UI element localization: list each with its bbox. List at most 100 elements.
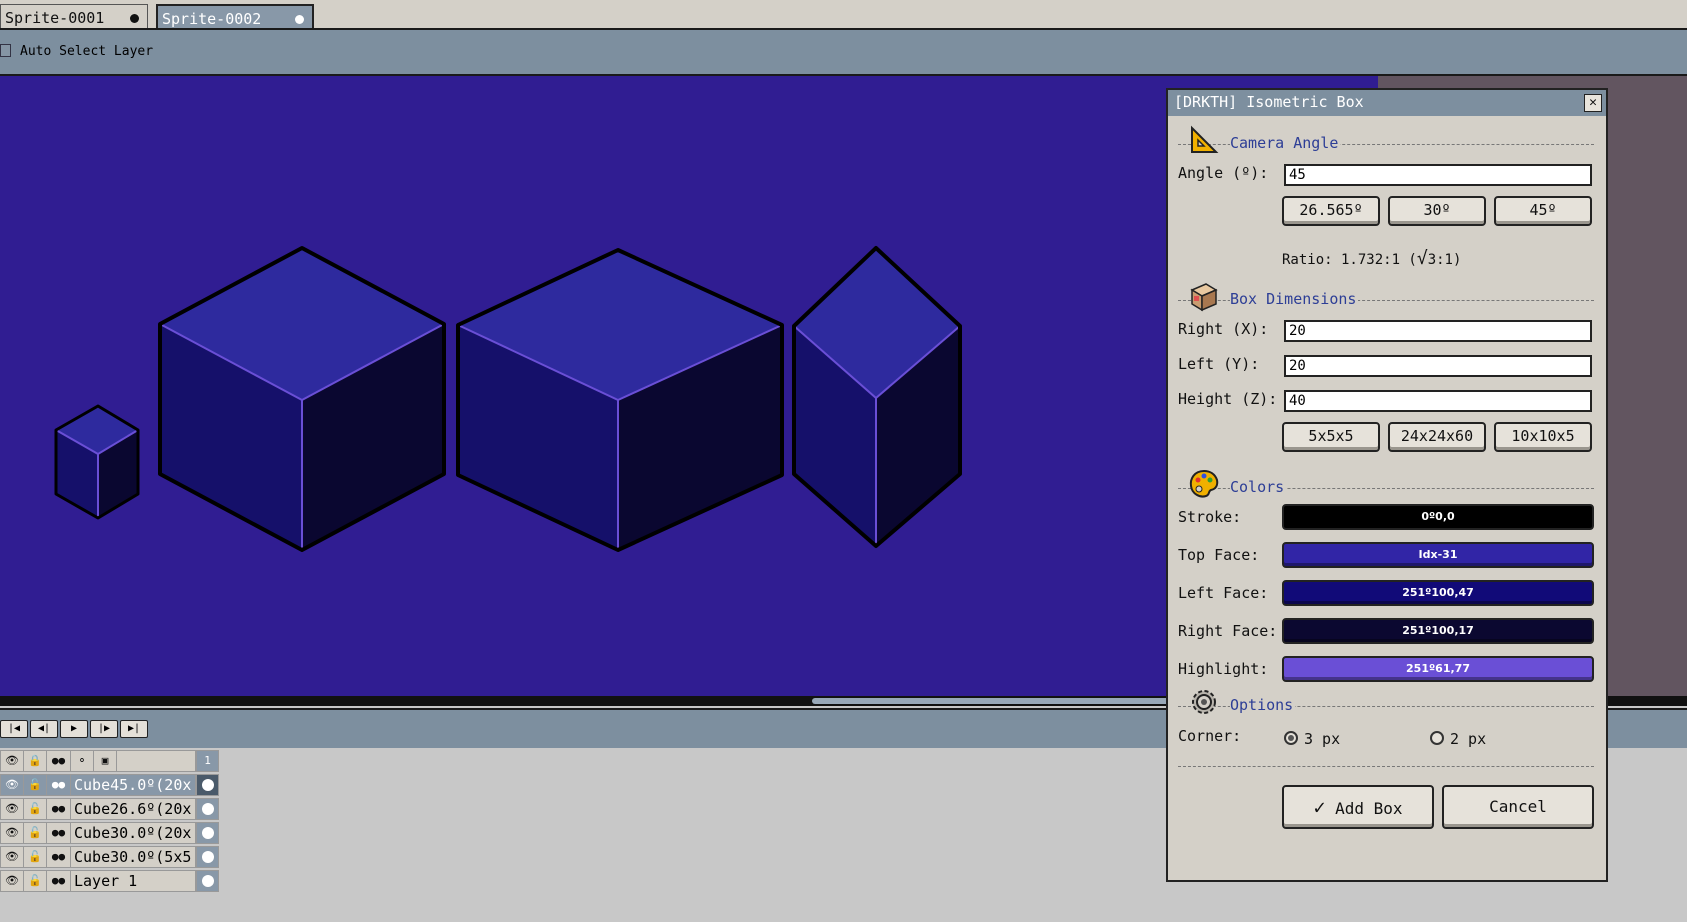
color-label: Right Face:	[1178, 622, 1278, 640]
color-swatch-button[interactable]: 0º0,0	[1282, 504, 1594, 530]
color-swatch-button[interactable]: Idx-31	[1282, 542, 1594, 568]
header-spacer	[116, 750, 196, 772]
preset-24x24x60-button[interactable]: 24x24x60	[1388, 422, 1486, 452]
section-title: Camera Angle	[1230, 134, 1341, 152]
frame-cel[interactable]	[196, 774, 219, 796]
lock-icon[interactable]: 🔓	[23, 870, 47, 892]
frame-number[interactable]: 1	[196, 750, 219, 772]
color-swatch-button[interactable]: 251º100,47	[1282, 580, 1594, 606]
tab-sprite-0002[interactable]: Sprite-0002	[156, 4, 314, 28]
color-swatch-button[interactable]: 251º61,77	[1282, 656, 1594, 682]
next-frame-icon[interactable]: |▶	[90, 720, 118, 738]
continuous-icon[interactable]: ●●	[46, 870, 71, 892]
frame-cel[interactable]	[196, 798, 219, 820]
tab-sprite-0001[interactable]: Sprite-0001	[0, 4, 148, 28]
auto-select-layer-label: Auto Select Layer	[20, 44, 154, 59]
context-bar: Auto Select Layer	[0, 30, 1687, 76]
corner-2px-radio[interactable]	[1430, 731, 1444, 745]
palette-icon	[1189, 469, 1219, 498]
height-z-input[interactable]	[1284, 390, 1592, 412]
layer-name[interactable]: Cube26.6º(20x	[70, 798, 196, 820]
layer-row[interactable]: 👁 🔓 ●● Cube45.0º(20x	[0, 774, 220, 797]
close-icon[interactable]: ✕	[1584, 94, 1602, 112]
section-title: Colors	[1230, 478, 1287, 496]
frame-cel[interactable]	[196, 870, 219, 892]
radio-selected-dot	[1288, 735, 1294, 741]
continuous-icon[interactable]: ●●	[46, 822, 71, 844]
dialog-title: [DRKTH] Isometric Box	[1168, 90, 1606, 116]
layer-name[interactable]: Cube30.0º(20x	[70, 822, 196, 844]
layer-row[interactable]: 👁 🔓 ●● Layer 1	[0, 870, 220, 893]
preset-angle-45-button[interactable]: 45º	[1494, 196, 1592, 226]
lock-icon[interactable]: 🔓	[23, 774, 47, 796]
modified-dot-icon[interactable]	[295, 15, 304, 24]
corner-label: Corner:	[1178, 727, 1242, 745]
eye-icon[interactable]: 👁	[0, 750, 24, 772]
modified-dot-icon[interactable]	[130, 14, 139, 23]
lock-icon[interactable]: 🔓	[23, 846, 47, 868]
horizontal-scroll-thumb[interactable]	[812, 698, 1192, 704]
right-x-label: Right (X):	[1178, 320, 1269, 338]
box-icon	[1190, 283, 1218, 312]
eye-icon[interactable]: 👁	[0, 798, 24, 820]
corner-2px-label[interactable]: 2 px	[1450, 730, 1486, 748]
cel-dot-icon	[202, 851, 214, 863]
right-x-input[interactable]	[1284, 320, 1592, 342]
left-y-label: Left (Y):	[1178, 355, 1260, 373]
continuous-icon[interactable]: ●●	[46, 774, 71, 796]
lock-icon[interactable]: 🔓	[23, 822, 47, 844]
layer-name[interactable]: Cube30.0º(5x5	[70, 846, 196, 868]
continuous-icon[interactable]: ●●	[46, 750, 71, 772]
angle-input[interactable]	[1284, 164, 1592, 186]
continuous-icon[interactable]: ●●	[46, 798, 71, 820]
options-section: Options	[1178, 690, 1594, 716]
preset-5x5x5-button[interactable]: 5x5x5	[1282, 422, 1380, 452]
left-y-input[interactable]	[1284, 355, 1592, 377]
layer-row[interactable]: 👁 🔓 ●● Cube26.6º(20x	[0, 798, 220, 821]
eye-icon[interactable]: 👁	[0, 870, 24, 892]
layer-header-row: 👁 🔒 ●● ⚬ ▣ 1	[0, 750, 220, 773]
group-icon[interactable]: ⚬	[70, 750, 94, 772]
frame-cel[interactable]	[196, 822, 219, 844]
document-tab-bar: Sprite-0001 Sprite-0002	[0, 0, 1687, 30]
corner-3px-radio[interactable]	[1284, 731, 1298, 745]
color-label: Left Face:	[1178, 584, 1269, 602]
corner-3px-label[interactable]: 3 px	[1304, 730, 1340, 748]
cel-dot-icon	[202, 779, 214, 791]
lock-icon[interactable]: 🔒	[23, 750, 47, 772]
tab-label: Sprite-0002	[162, 10, 262, 28]
preset-10x10x5-button[interactable]: 10x10x5	[1494, 422, 1592, 452]
eye-icon[interactable]: 👁	[0, 846, 24, 868]
set-square-icon	[1191, 125, 1219, 153]
color-label: Stroke:	[1178, 508, 1242, 526]
preset-angle-26-button[interactable]: 26.565º	[1282, 196, 1380, 226]
box-dimensions-section: Box Dimensions	[1178, 283, 1594, 312]
color-label: Top Face:	[1178, 546, 1260, 564]
layer-name[interactable]: Layer 1	[70, 870, 196, 892]
auto-select-layer-checkbox[interactable]	[0, 44, 11, 57]
layer-row[interactable]: 👁 🔓 ●● Cube30.0º(5x5	[0, 846, 220, 869]
continuous-icon[interactable]: ●●	[46, 846, 71, 868]
ratio-text: Ratio: 1.732:1 (√3:1)	[1282, 248, 1462, 269]
last-frame-icon[interactable]: ▶|	[120, 720, 148, 738]
eye-icon[interactable]: 👁	[0, 774, 24, 796]
sqrt-symbol: √	[1416, 248, 1428, 269]
layer-row[interactable]: 👁 🔓 ●● Cube30.0º(20x	[0, 822, 220, 845]
angle-label: Angle (º):	[1178, 164, 1269, 182]
new-layer-icon[interactable]: ▣	[93, 750, 117, 772]
cancel-button[interactable]: Cancel	[1442, 785, 1594, 829]
divider	[1178, 766, 1594, 767]
check-icon: ✓	[1313, 795, 1326, 819]
add-box-button[interactable]: ✓ Add Box	[1282, 785, 1434, 829]
play-icon[interactable]: ▶	[60, 720, 88, 738]
color-swatch-button[interactable]: 251º100,17	[1282, 618, 1594, 644]
eye-icon[interactable]: 👁	[0, 822, 24, 844]
lock-icon[interactable]: 🔓	[23, 798, 47, 820]
first-frame-icon[interactable]: |◀	[0, 720, 28, 738]
preset-angle-30-button[interactable]: 30º	[1388, 196, 1486, 226]
cel-dot-icon	[202, 875, 214, 887]
height-z-label: Height (Z):	[1178, 390, 1278, 408]
frame-cel[interactable]	[196, 846, 219, 868]
prev-frame-icon[interactable]: ◀|	[30, 720, 58, 738]
layer-name[interactable]: Cube45.0º(20x	[70, 774, 196, 796]
